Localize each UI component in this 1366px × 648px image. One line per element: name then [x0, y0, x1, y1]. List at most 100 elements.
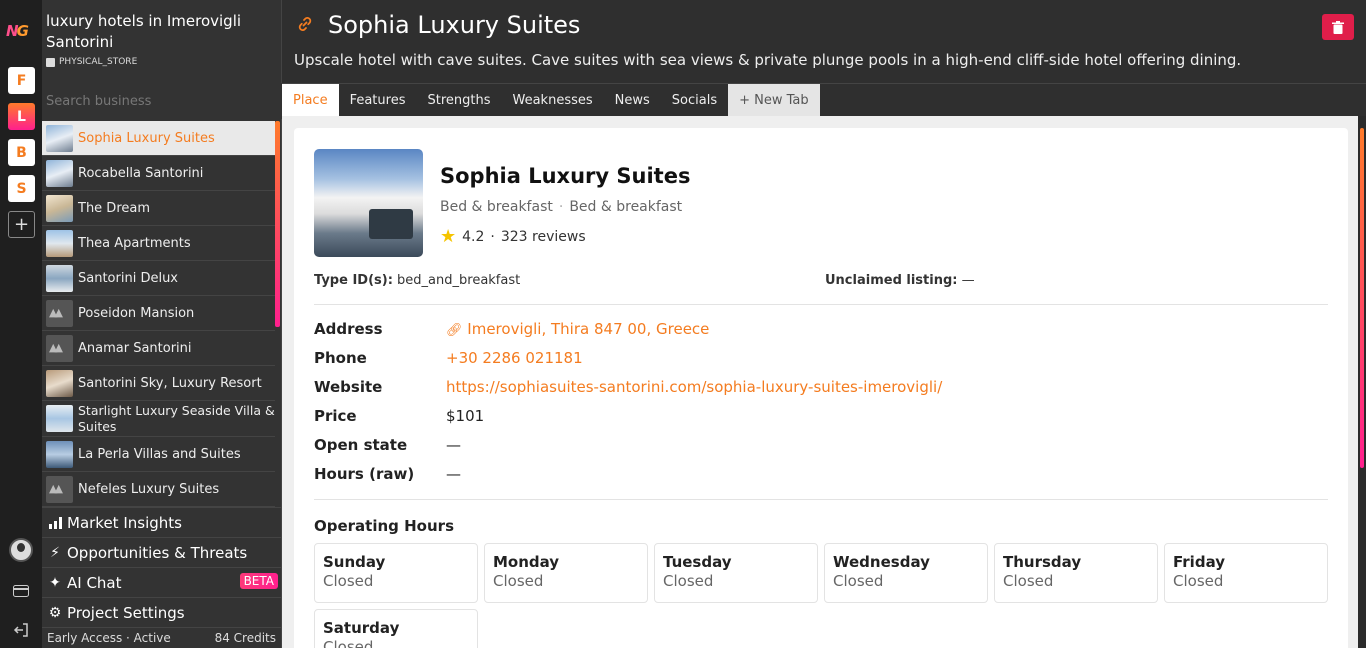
open-state-value: —	[446, 436, 461, 454]
logout-icon[interactable]	[11, 620, 31, 640]
project-button-s[interactable]: S	[8, 175, 35, 202]
main-panel: Sophia Luxury Suites Upscale hotel with …	[282, 0, 1366, 648]
list-item[interactable]: Santorini Delux	[42, 261, 275, 296]
tab-weaknesses[interactable]: Weaknesses	[502, 84, 604, 116]
list-item-label: The Dream	[78, 200, 151, 216]
tab-socials[interactable]: Socials	[661, 84, 728, 116]
new-tab-button[interactable]: + New Tab	[728, 84, 820, 116]
list-item-label: Santorini Sky, Luxury Resort	[78, 375, 262, 391]
business-sidebar: luxury hotels in Imerovigli Santorini PH…	[42, 0, 282, 648]
project-button-b[interactable]: B	[8, 139, 35, 166]
review-count: 323 reviews	[500, 228, 586, 245]
trash-icon	[1332, 20, 1344, 34]
app-logo[interactable]: NG	[6, 22, 36, 40]
place-name: Sophia Luxury Suites	[440, 164, 691, 188]
divider	[314, 499, 1328, 500]
ai-chat-button[interactable]: ✦ AI Chat BETA	[42, 567, 282, 597]
list-item[interactable]: Poseidon Mansion	[42, 296, 275, 331]
unclaimed-listing: Unclaimed listing: —	[825, 273, 975, 288]
opportunities-button[interactable]: ⚡︎ Opportunities & Threats	[42, 537, 282, 567]
address-link[interactable]: 🔗︎ Imerovigli, Thira 847 00, Greece	[446, 320, 709, 338]
add-project-button[interactable]: +	[8, 211, 35, 238]
list-item[interactable]: Rocabella Santorini	[42, 156, 275, 191]
credits-count: 84 Credits	[214, 631, 276, 645]
menu-label: Opportunities & Threats	[67, 543, 248, 562]
list-item[interactable]: La Perla Villas and Suites	[42, 437, 275, 472]
list-item-label: Poseidon Mansion	[78, 305, 195, 321]
page-description: Upscale hotel with cave suites. Cave sui…	[294, 51, 1242, 69]
list-item-label: Nefeles Luxury Suites	[78, 481, 220, 497]
tab-bar: Place Features Strengths Weaknesses News…	[282, 83, 1366, 116]
day-card: Thursday Closed	[994, 543, 1158, 603]
business-thumbnail	[46, 264, 73, 292]
list-item[interactable]: Anamar Santorini	[42, 331, 275, 366]
project-settings-button[interactable]: ⚙ Project Settings	[42, 597, 282, 627]
list-item[interactable]: Starlight Luxury Seaside Villa & Suites	[42, 401, 275, 437]
list-item-label: La Perla Villas and Suites	[78, 446, 241, 462]
day-card: Monday Closed	[484, 543, 648, 603]
category-primary: Bed & breakfast	[440, 199, 553, 215]
phone-label: Phone	[314, 349, 367, 367]
menu-label: Market Insights	[67, 513, 182, 532]
list-item[interactable]: Sophia Luxury Suites	[42, 121, 275, 156]
tab-news[interactable]: News	[604, 84, 661, 116]
project-rail: NG F L B S +	[0, 0, 42, 648]
place-categories: Bed & breakfast · Bed & breakfast	[440, 199, 683, 215]
plus-icon: +	[13, 214, 30, 235]
list-item[interactable]: Thea Apartments	[42, 226, 275, 261]
search-input[interactable]	[42, 83, 282, 119]
open-state-label: Open state	[314, 436, 408, 454]
list-item-label: Starlight Luxury Seaside Villa & Suites	[78, 402, 275, 434]
website-link[interactable]: https://sophiasuites-santorini.com/sophi…	[446, 378, 942, 396]
place-rating: ★ 4.2 · 323 reviews	[440, 226, 586, 247]
page-title: Sophia Luxury Suites	[328, 11, 581, 39]
star-icon: ★	[440, 226, 457, 247]
day-card: Tuesday Closed	[654, 543, 818, 603]
type-ids: Type ID(s): bed_and_breakfast	[314, 273, 520, 288]
business-thumbnail	[46, 369, 73, 397]
list-scrollbar[interactable]	[275, 121, 280, 327]
list-item-label: Anamar Santorini	[78, 340, 192, 356]
menu-label: AI Chat	[67, 573, 122, 592]
price-value: $101	[446, 407, 485, 425]
unclaimed-label: Unclaimed listing:	[825, 273, 958, 288]
link-icon[interactable]	[296, 15, 314, 38]
gear-icon: ⚙	[48, 604, 62, 621]
project-type-label: PHYSICAL_STORE	[59, 57, 138, 67]
content-scrollbar[interactable]	[1360, 128, 1364, 468]
image-placeholder-icon	[46, 475, 73, 503]
list-item[interactable]: Santorini Sky, Luxury Resort	[42, 366, 275, 401]
business-thumbnail	[46, 405, 73, 432]
place-header: Sophia Luxury Suites Upscale hotel with …	[282, 0, 1366, 83]
day-card: Friday Closed	[1164, 543, 1328, 603]
access-status: Early Access · Active	[47, 631, 171, 645]
business-thumbnail	[46, 124, 73, 152]
tab-strengths[interactable]: Strengths	[416, 84, 501, 116]
app-root: NG F L B S + luxury hotels in Imerovigli…	[0, 0, 1366, 648]
business-thumbnail	[46, 194, 73, 222]
website-label: Website	[314, 378, 383, 396]
bar-chart-icon	[47, 516, 63, 529]
store-icon	[46, 57, 55, 67]
avatar[interactable]	[9, 538, 33, 562]
unclaimed-value: —	[961, 273, 975, 288]
project-type: PHYSICAL_STORE	[46, 57, 137, 67]
billing-card-icon[interactable]	[11, 581, 31, 601]
tab-features[interactable]: Features	[339, 84, 417, 116]
operating-hours-title: Operating Hours	[314, 517, 454, 535]
delete-button[interactable]	[1322, 14, 1354, 40]
project-title: luxury hotels in Imerovigli Santorini	[46, 12, 242, 51]
project-button-f[interactable]: F	[8, 67, 35, 94]
tab-place[interactable]: Place	[282, 84, 339, 116]
market-insights-button[interactable]: Market Insights	[42, 507, 282, 537]
category-secondary: Bed & breakfast	[569, 199, 683, 215]
beta-badge: BETA	[239, 573, 278, 589]
list-item[interactable]: Nefeles Luxury Suites	[42, 472, 275, 507]
day-card: Wednesday Closed	[824, 543, 988, 603]
divider	[314, 304, 1328, 305]
image-placeholder-icon	[46, 299, 73, 327]
project-button-l[interactable]: L	[8, 103, 35, 130]
list-item[interactable]: The Dream	[42, 191, 275, 226]
day-card: Saturday Closed	[314, 609, 478, 648]
phone-link[interactable]: +30 2286 021181	[446, 349, 583, 367]
